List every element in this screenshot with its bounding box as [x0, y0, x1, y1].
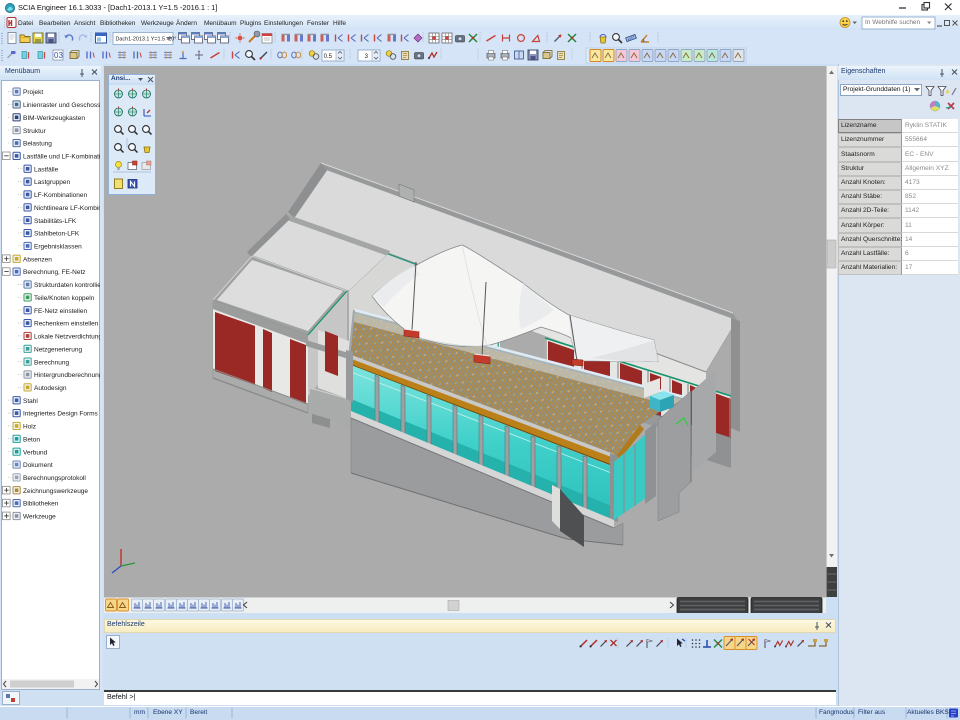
svg-text:Struktur: Struktur — [23, 128, 47, 135]
svg-text:Strukturdaten kontrollier: Strukturdaten kontrollier — [34, 282, 100, 289]
svg-text:Integriertes Design Forms: Integriertes Design Forms — [23, 411, 99, 418]
svg-text:Linienraster und Geschosse: Linienraster und Geschosse — [23, 102, 100, 109]
svg-text:Projekt: Projekt — [23, 89, 43, 96]
svg-text:Berechnungsprotokoll: Berechnungsprotokoll — [23, 475, 86, 482]
svg-text:Hintergrundberechnung: Hintergrundberechnung — [34, 372, 100, 379]
svg-text:Ergebnisklassen: Ergebnisklassen — [34, 244, 82, 251]
svg-text:Absenzen: Absenzen — [23, 256, 52, 263]
svg-text:Verbund: Verbund — [23, 449, 48, 456]
svg-text:Berechnung: Berechnung — [34, 359, 69, 366]
svg-text:Netzgenerierung: Netzgenerierung — [34, 346, 82, 353]
svg-text:BIM-Werkzeugkasten: BIM-Werkzeugkasten — [23, 115, 85, 122]
svg-text:Werkzeuge: Werkzeuge — [23, 514, 56, 521]
svg-text:Rechenkern einstellen: Rechenkern einstellen — [34, 321, 99, 328]
svg-text:Stabilitäts-LFK: Stabilitäts-LFK — [34, 218, 77, 225]
svg-text:Stahl: Stahl — [23, 398, 38, 405]
svg-text:LF-Kombinationen: LF-Kombinationen — [34, 192, 87, 199]
svg-text:Lastfälle und LF-Kombinatio: Lastfälle und LF-Kombinatio — [23, 154, 100, 161]
svg-text:Dokument: Dokument — [23, 462, 53, 469]
svg-text:Belastung: Belastung — [23, 141, 52, 148]
svg-text:Beton: Beton — [23, 436, 40, 443]
svg-text:Holz: Holz — [23, 424, 36, 431]
svg-text:Autodesign: Autodesign — [34, 385, 67, 392]
svg-text:Bibliotheken: Bibliotheken — [23, 501, 59, 508]
svg-text:Lastfälle: Lastfälle — [34, 166, 59, 173]
svg-text:Zeichnungswerkzeuge: Zeichnungswerkzeuge — [23, 488, 88, 495]
svg-text:Stahlbeton-LFK: Stahlbeton-LFK — [34, 231, 80, 238]
svg-text:FE-Netz einstellen: FE-Netz einstellen — [34, 308, 87, 315]
svg-text:Lastgruppen: Lastgruppen — [34, 179, 71, 186]
svg-text:Nichtlineare LF-Kombin: Nichtlineare LF-Kombin — [34, 205, 100, 212]
svg-text:Lokale Netzverdichtung: Lokale Netzverdichtung — [34, 334, 100, 341]
svg-text:Berechnung, FE-Netz: Berechnung, FE-Netz — [23, 269, 86, 276]
svg-text:Teile/Knoten koppeln: Teile/Knoten koppeln — [34, 295, 95, 302]
